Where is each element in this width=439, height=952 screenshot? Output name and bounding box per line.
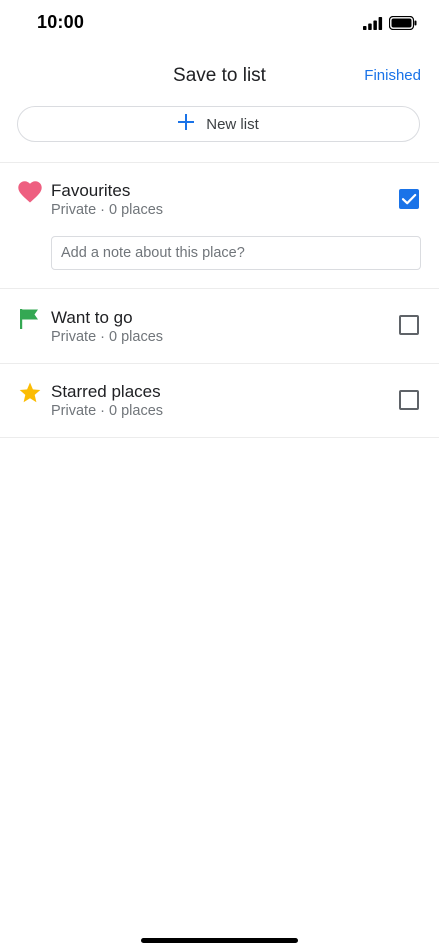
status-time: 10:00	[37, 12, 85, 32]
signal-icon	[363, 16, 383, 35]
plus-icon	[178, 113, 195, 135]
want-to-go-checkbox[interactable]	[399, 315, 419, 335]
new-list-label: New list	[206, 115, 259, 133]
list-title: Favourites	[51, 181, 131, 200]
finished-button[interactable]: Finished	[364, 67, 421, 84]
list-title: Want to go	[51, 308, 133, 327]
divider	[0, 437, 439, 438]
list-subtitle: Private · 0 places	[51, 202, 164, 218]
header: Save to list Finished	[0, 56, 439, 96]
list-item-want-to-go[interactable]: Want to go Private · 0 places	[0, 289, 439, 363]
favourites-checkbox[interactable]	[399, 189, 419, 209]
flag-icon	[18, 308, 42, 332]
status-icons	[363, 15, 417, 35]
starred-places-checkbox[interactable]	[399, 390, 419, 410]
list-subtitle: Private · 0 places	[51, 329, 164, 345]
home-indicator	[141, 938, 298, 943]
star-icon	[18, 381, 42, 405]
list-title: Starred places	[51, 382, 161, 401]
list-subtitle: Private · 0 places	[51, 403, 164, 419]
note-input[interactable]	[51, 236, 421, 270]
status-bar: 10:00	[0, 0, 439, 48]
list-item-starred-places[interactable]: Starred places Private · 0 places	[0, 364, 439, 437]
battery-icon	[388, 15, 417, 35]
heart-icon	[18, 181, 42, 205]
new-list-button[interactable]: New list	[17, 106, 420, 142]
